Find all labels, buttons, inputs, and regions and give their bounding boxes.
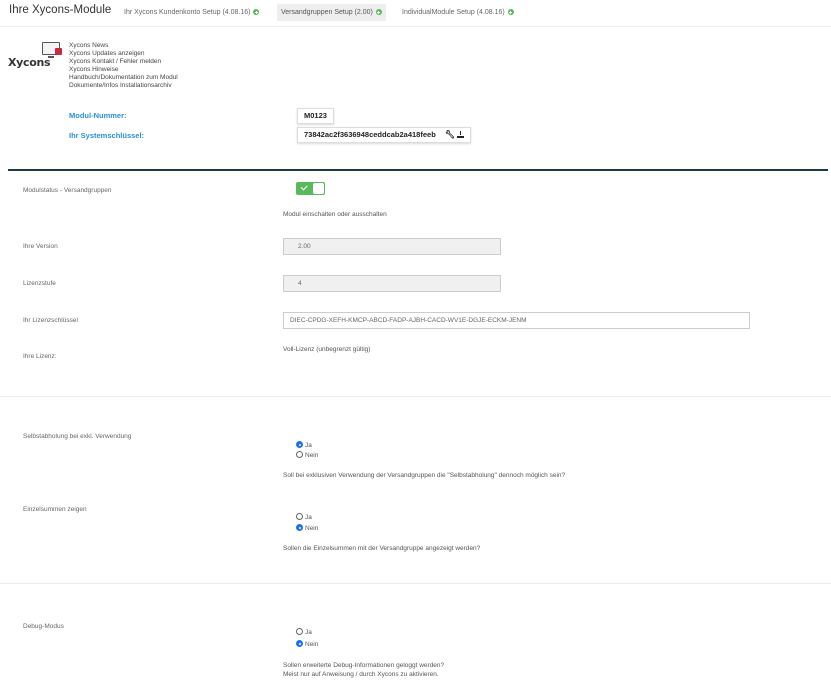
systemkey-value: 73842ac2f3636948ceddcab2a418feeb [304,130,436,139]
lizenzkey-label: Ihr Lizenzschlüssel [23,317,78,324]
tab-kundenkonto[interactable]: Ihr Xycons Kundenkonto Setup (4.08.16) [120,4,263,21]
debug-help-1: Sollen erweiterte Debug-Informationen ge… [283,662,445,669]
radio-label: Ja [305,514,312,521]
radio-label: Ja [305,442,312,449]
link-handbuch[interactable]: Handbuch/Dokumentation zum Modul [69,74,178,82]
top-bar: Ihre Xycons-Module Ihr Xycons Kundenkont… [0,0,831,24]
link-dokumente[interactable]: Dokumente/Infos Installationsarchiv [69,82,178,90]
radio-selected[interactable] [296,524,303,531]
selbst-nein-option[interactable]: Nein [296,451,318,459]
modul-nummer-label: Modul-Nummer: [69,111,127,120]
divider [0,396,831,397]
lizenzkey-input[interactable]: DIEC-CPDG-XEFH-KMCP-ABCD-FADP-AJBH-CACD-… [283,312,750,329]
einzel-help: Sollen die Einzelsummen mit der Versandg… [283,545,481,552]
logo-text: Xycons [8,56,51,69]
page-title: Ihre Xycons-Module [9,4,112,16]
check-icon [300,183,308,191]
selbst-label: Selbstabholung bei exkl. Verwendung [23,433,132,440]
radio-unselected[interactable] [296,513,303,520]
selbst-ja-option[interactable]: Ja [296,441,312,449]
einzel-nein-option[interactable]: Nein [296,524,318,532]
status-help: Modul einschalten oder ausschalten [283,211,387,218]
tab-label: Versandgruppen Setup (2.00) [281,9,373,16]
lizenzstufe-input[interactable]: 4 [283,275,501,292]
header-divider [0,26,831,27]
einzel-label: Einzelsummen zeigen [23,506,87,513]
modul-nummer-value: M0123 [297,108,334,124]
systemkey-box: 73842ac2f3636948ceddcab2a418feeb 🔧︎ [297,127,472,143]
radio-label: Nein [305,641,319,648]
version-input[interactable]: 2.00 [283,238,501,255]
tab-label: Ihr Xycons Kundenkonto Setup (4.08.16) [124,9,251,16]
radio-label: Ja [305,629,312,636]
einzel-ja-option[interactable]: Ja [296,513,312,521]
radio-selected[interactable] [296,441,303,448]
ok-check-icon [375,9,382,15]
debug-help-2: Meist nur auf Anweisung / durch Xycons z… [283,671,439,678]
debug-label: Debug-Modus [23,623,64,630]
toggle-knob [313,183,324,194]
logo-accent [55,48,62,55]
systemkey-label: Ihr Systemschlüssel: [69,131,145,140]
version-label: Ihre Version [23,243,58,250]
tab-individualmodule[interactable]: IndividualModule Setup (4.08.16) [398,4,518,21]
lizenzstufe-label: Lizenzstufe [23,280,56,287]
wrench-icon[interactable]: 🔧︎ [445,128,455,142]
radio-selected[interactable] [296,640,303,647]
link-hinweise[interactable]: Xycons Hinweise [69,66,178,74]
debug-ja-option[interactable]: Ja [296,628,312,636]
status-label: Modulstatus - Versandgruppen [23,187,112,194]
radio-unselected[interactable] [296,451,303,458]
radio-unselected[interactable] [296,628,303,635]
ok-check-icon [507,9,514,15]
tab-label: IndividualModule Setup (4.08.16) [402,9,505,16]
debug-nein-option[interactable]: Nein [296,640,318,648]
xycons-logo: Xycons [8,42,66,72]
section-divider [8,169,828,171]
status-toggle[interactable] [296,182,325,195]
divider [0,583,831,584]
radio-label: Nein [305,525,319,532]
selbst-help: Soll bei exklusiven Verwendung der Versa… [283,472,566,479]
lizenz-value: Voll-Lizenz (unbegrenzt gültig) [283,346,371,353]
ok-check-icon [253,9,260,15]
lizenz-label: Ihre Lizenz: [23,353,57,360]
info-links: Xycons News Xycons Updates anzeigen Xyco… [69,42,178,89]
download-icon[interactable] [457,131,465,138]
link-updates[interactable]: Xycons Updates anzeigen [69,50,178,58]
radio-label: Nein [305,452,319,459]
link-news[interactable]: Xycons News [69,42,178,50]
tab-versandgruppen[interactable]: Versandgruppen Setup (2.00) [277,4,386,21]
link-kontakt[interactable]: Xycons Kontakt / Fehler melden [69,58,178,66]
